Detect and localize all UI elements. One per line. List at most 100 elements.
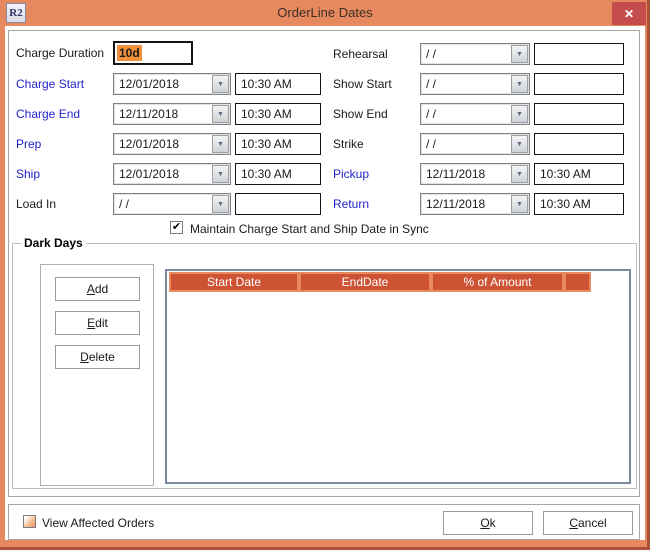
ship-time-input[interactable]: 10:30 AM	[235, 163, 321, 185]
load-in-date-select[interactable]: / / ▼	[113, 193, 231, 215]
chevron-down-icon: ▼	[516, 51, 523, 58]
return-time-input[interactable]: 10:30 AM	[534, 193, 624, 215]
charge-end-date-select[interactable]: 12/11/2018 ▼	[113, 103, 231, 125]
charge-end-date-dropdown-button[interactable]: ▼	[212, 105, 229, 123]
ok-button[interactable]: Ok	[443, 511, 533, 535]
prep-date-select[interactable]: 12/01/2018 ▼	[113, 133, 231, 155]
pickup-time-input[interactable]: 10:30 AM	[534, 163, 624, 185]
charge-duration-value: 10d	[117, 45, 142, 61]
edit-button-label-rest: dit	[95, 316, 108, 330]
prep-date-value: 12/01/2018	[119, 137, 210, 151]
strike-date-select[interactable]: / / ▼	[420, 133, 530, 155]
chevron-down-icon: ▼	[516, 201, 523, 208]
return-date-dropdown-button[interactable]: ▼	[511, 195, 528, 213]
rehearsal-time-input[interactable]	[534, 43, 624, 65]
pickup-date-dropdown-button[interactable]: ▼	[511, 165, 528, 183]
ship-date-select[interactable]: 12/01/2018 ▼	[113, 163, 231, 185]
show-start-label: Show Start	[333, 77, 392, 91]
delete-button-label: D	[80, 350, 89, 364]
prep-time-input[interactable]: 10:30 AM	[235, 133, 321, 155]
pickup-date-select[interactable]: 12/11/2018 ▼	[420, 163, 530, 185]
show-start-date-dropdown-button[interactable]: ▼	[511, 75, 528, 93]
show-start-time-input[interactable]	[534, 73, 624, 95]
ok-button-label-rest: k	[490, 516, 496, 530]
show-start-date-select[interactable]: / / ▼	[420, 73, 530, 95]
chevron-down-icon: ▼	[217, 81, 224, 88]
load-in-date-dropdown-button[interactable]: ▼	[212, 195, 229, 213]
show-end-date-dropdown-button[interactable]: ▼	[511, 105, 528, 123]
sync-checkbox-label: Maintain Charge Start and Ship Date in S…	[190, 222, 429, 236]
charge-duration-label: Charge Duration	[16, 46, 104, 60]
view-affected-orders-checkbox[interactable]	[23, 515, 36, 528]
cancel-button-label-rest: ancel	[578, 516, 607, 530]
chevron-down-icon: ▼	[217, 201, 224, 208]
dark-days-table[interactable]: Start Date EndDate % of Amount	[165, 269, 631, 484]
show-end-date-select[interactable]: / / ▼	[420, 103, 530, 125]
pickup-date-value: 12/11/2018	[426, 167, 509, 181]
strike-date-dropdown-button[interactable]: ▼	[511, 135, 528, 153]
ship-date-value: 12/01/2018	[119, 167, 210, 181]
return-date-value: 12/11/2018	[426, 197, 509, 211]
close-icon: ✕	[624, 7, 634, 21]
delete-button-label-rest: elete	[89, 350, 115, 364]
rehearsal-date-dropdown-button[interactable]: ▼	[511, 45, 528, 63]
charge-end-date-value: 12/11/2018	[119, 107, 210, 121]
charge-end-label: Charge End	[16, 107, 80, 121]
return-date-select[interactable]: 12/11/2018 ▼	[420, 193, 530, 215]
ship-label: Ship	[16, 167, 40, 181]
dark-days-legend: Dark Days	[21, 236, 86, 250]
close-button[interactable]: ✕	[612, 2, 646, 25]
charge-start-date-select[interactable]: 12/01/2018 ▼	[113, 73, 231, 95]
pickup-label: Pickup	[333, 167, 369, 181]
rehearsal-date-value: / /	[426, 47, 509, 61]
dark-days-group: Dark Days Add Edit Delete Start Date End…	[12, 236, 637, 489]
charge-start-date-dropdown-button[interactable]: ▼	[212, 75, 229, 93]
column-header-end-date[interactable]: EndDate	[299, 272, 431, 292]
show-end-date-value: / /	[426, 107, 509, 121]
add-button-label: A	[87, 282, 95, 296]
column-header-start-date[interactable]: Start Date	[169, 272, 299, 292]
charge-duration-input[interactable]: 10d	[113, 41, 193, 65]
dialog-body: Charge Duration 10d Charge Start 12/01/2…	[5, 26, 645, 540]
strike-time-input[interactable]	[534, 133, 624, 155]
charge-end-time-input[interactable]: 10:30 AM	[235, 103, 321, 125]
ok-button-label: O	[480, 516, 489, 530]
chevron-down-icon: ▼	[217, 171, 224, 178]
strike-date-value: / /	[426, 137, 509, 151]
show-start-date-value: / /	[426, 77, 509, 91]
add-button-label-rest: dd	[95, 282, 108, 296]
dark-days-table-body[interactable]	[167, 293, 629, 482]
strike-label: Strike	[333, 137, 364, 151]
dark-days-table-header: Start Date EndDate % of Amount	[167, 271, 629, 293]
column-header-percent-of-amount[interactable]: % of Amount	[431, 272, 564, 292]
prep-label: Prep	[16, 137, 41, 151]
load-in-label: Load In	[16, 197, 56, 211]
edit-button[interactable]: Edit	[55, 311, 140, 335]
title-bar: R2 OrderLine Dates ✕	[0, 0, 650, 26]
charge-start-time-input[interactable]: 10:30 AM	[235, 73, 321, 95]
orderline-dates-dialog: { "window": { "title": "OrderLine Dates"…	[0, 0, 650, 550]
check-icon: ✔	[172, 222, 181, 232]
rehearsal-date-select[interactable]: / / ▼	[420, 43, 530, 65]
fields-panel: Charge Duration 10d Charge Start 12/01/2…	[8, 30, 640, 497]
sync-checkbox[interactable]: ✔	[170, 221, 183, 234]
dark-days-button-panel: Add Edit Delete	[40, 264, 154, 486]
rehearsal-label: Rehearsal	[333, 47, 388, 61]
prep-date-dropdown-button[interactable]: ▼	[212, 135, 229, 153]
load-in-time-input[interactable]	[235, 193, 321, 215]
show-end-time-input[interactable]	[534, 103, 624, 125]
view-affected-orders-label: View Affected Orders	[42, 516, 154, 530]
add-button[interactable]: Add	[55, 277, 140, 301]
cancel-button-label: C	[569, 516, 578, 530]
window-title: OrderLine Dates	[0, 5, 650, 20]
delete-button[interactable]: Delete	[55, 345, 140, 369]
cancel-button[interactable]: Cancel	[543, 511, 633, 535]
chevron-down-icon: ▼	[516, 81, 523, 88]
chevron-down-icon: ▼	[516, 111, 523, 118]
chevron-down-icon: ▼	[516, 171, 523, 178]
edit-button-label: E	[87, 316, 95, 330]
chevron-down-icon: ▼	[217, 111, 224, 118]
charge-start-date-value: 12/01/2018	[119, 77, 210, 91]
ship-date-dropdown-button[interactable]: ▼	[212, 165, 229, 183]
show-end-label: Show End	[333, 107, 388, 121]
